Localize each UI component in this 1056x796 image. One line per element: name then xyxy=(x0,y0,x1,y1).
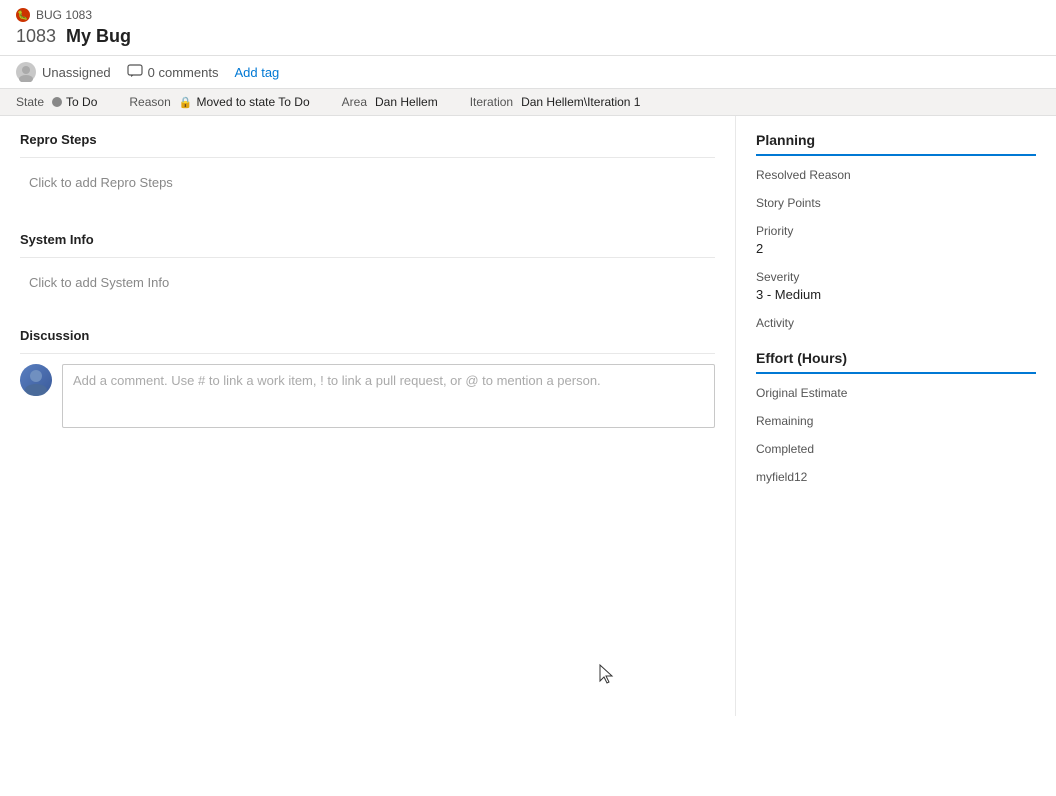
repro-steps-placeholder: Click to add Repro Steps xyxy=(29,175,173,190)
system-info-placeholder: Click to add System Info xyxy=(29,275,169,290)
priority-label: Priority xyxy=(756,224,1036,238)
comment-placeholder: Add a comment. Use # to link a work item… xyxy=(73,373,601,388)
repro-steps-input[interactable]: Click to add Repro Steps xyxy=(20,168,715,208)
completed-label: Completed xyxy=(756,442,1036,456)
assignee-label: Unassigned xyxy=(42,65,111,80)
repro-steps-title: Repro Steps xyxy=(20,132,715,147)
assignee-icon xyxy=(16,62,36,82)
area-label: Area xyxy=(342,95,367,109)
state-label: State xyxy=(16,95,44,109)
effort-section-title: Effort (Hours) xyxy=(756,350,1036,374)
system-info-title: System Info xyxy=(20,232,715,247)
system-info-input[interactable]: Click to add System Info xyxy=(20,268,715,308)
area-value[interactable]: Dan Hellem xyxy=(375,95,438,109)
original-estimate-label: Original Estimate xyxy=(756,386,1036,400)
myfield12-field: myfield12 xyxy=(756,470,1036,484)
priority-value[interactable]: 2 xyxy=(756,241,1036,256)
reason-label: Reason xyxy=(129,95,170,109)
severity-label: Severity xyxy=(756,270,1036,284)
reason-value[interactable]: 🔒 Moved to state To Do xyxy=(179,95,310,109)
work-item-title: 1083 My Bug xyxy=(16,26,1040,47)
left-panel: Repro Steps Click to add Repro Steps Sys… xyxy=(0,116,736,716)
bug-label: 🐛 BUG 1083 xyxy=(16,8,1040,22)
activity-field: Activity xyxy=(756,316,1036,330)
remaining-label: Remaining xyxy=(756,414,1036,428)
comments-count: 0 comments xyxy=(148,65,219,80)
discussion-divider xyxy=(20,353,715,354)
system-info-divider xyxy=(20,257,715,258)
meta-bar: Unassigned 0 comments Add tag xyxy=(0,56,1056,89)
bug-icon: 🐛 xyxy=(16,8,30,22)
iteration-field-group: Iteration Dan Hellem\Iteration 1 xyxy=(470,95,641,109)
priority-field: Priority 2 xyxy=(756,224,1036,256)
add-tag-button[interactable]: Add tag xyxy=(234,65,279,80)
resolved-reason-field: Resolved Reason xyxy=(756,168,1036,182)
discussion-title: Discussion xyxy=(20,328,715,343)
story-points-field: Story Points xyxy=(756,196,1036,210)
state-field-group: State To Do xyxy=(16,95,97,109)
fields-bar: State To Do Reason 🔒 Moved to state To D… xyxy=(0,89,1056,116)
myfield12-label: myfield12 xyxy=(756,470,1036,484)
remaining-field: Remaining xyxy=(756,414,1036,428)
severity-value[interactable]: 3 - Medium xyxy=(756,287,1036,302)
right-panel: Planning Resolved Reason Story Points Pr… xyxy=(736,116,1056,716)
area-field-group: Area Dan Hellem xyxy=(342,95,438,109)
assignee-field[interactable]: Unassigned xyxy=(16,62,111,82)
discussion-input-row: Add a comment. Use # to link a work item… xyxy=(20,364,715,428)
user-avatar xyxy=(20,364,52,396)
resolved-reason-label: Resolved Reason xyxy=(756,168,1036,182)
planning-section-title: Planning xyxy=(756,132,1036,156)
bug-id: BUG 1083 xyxy=(36,8,92,22)
severity-field: Severity 3 - Medium xyxy=(756,270,1036,302)
iteration-label: Iteration xyxy=(470,95,513,109)
comment-input[interactable]: Add a comment. Use # to link a work item… xyxy=(62,364,715,428)
main-layout: Repro Steps Click to add Repro Steps Sys… xyxy=(0,116,1056,716)
reason-field-group: Reason 🔒 Moved to state To Do xyxy=(129,95,309,109)
comment-icon xyxy=(127,64,143,80)
completed-field: Completed xyxy=(756,442,1036,456)
work-item-id: 1083 xyxy=(16,26,56,47)
state-value[interactable]: To Do xyxy=(52,95,97,109)
activity-label: Activity xyxy=(756,316,1036,330)
repro-steps-divider xyxy=(20,157,715,158)
state-dot xyxy=(52,97,62,107)
lock-icon: 🔒 xyxy=(179,96,193,109)
story-points-label: Story Points xyxy=(756,196,1036,210)
discussion-section: Discussion Add a comment. Use # to link … xyxy=(20,328,715,428)
work-item-name: My Bug xyxy=(66,26,131,47)
iteration-value[interactable]: Dan Hellem\Iteration 1 xyxy=(521,95,640,109)
comments-button[interactable]: 0 comments xyxy=(127,64,219,80)
title-bar: 🐛 BUG 1083 1083 My Bug xyxy=(0,0,1056,56)
original-estimate-field: Original Estimate xyxy=(756,386,1036,400)
